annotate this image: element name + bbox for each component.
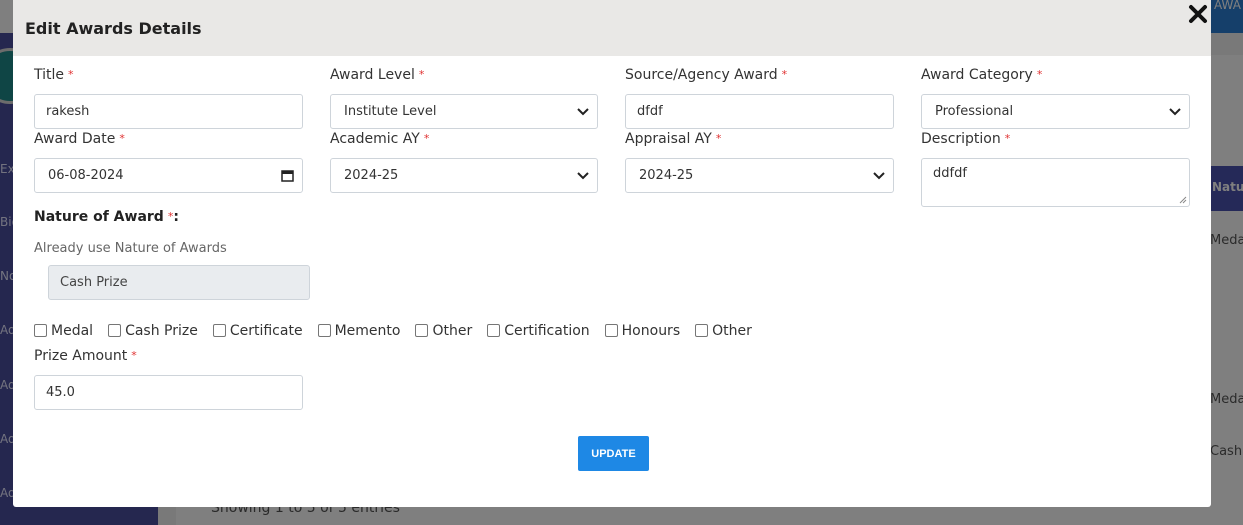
checkbox-memento[interactable]: Memento <box>317 323 400 339</box>
checkbox-certificate[interactable]: Certificate <box>212 323 303 339</box>
checkbox-honours[interactable]: Honours <box>604 323 680 339</box>
close-icon[interactable] <box>1187 3 1209 25</box>
description-label: Description * <box>921 131 1011 147</box>
checkbox-box[interactable] <box>34 323 47 337</box>
update-button[interactable]: UPDATE <box>578 436 649 471</box>
modal-header: Edit Awards Details <box>13 0 1211 56</box>
checkbox-box[interactable] <box>415 323 429 337</box>
edit-awards-modal: Edit Awards Details Title * rakesh Award … <box>13 0 1211 507</box>
checkbox-certification[interactable]: Certification <box>487 323 590 339</box>
chevron-down-icon <box>873 171 885 179</box>
appraisal-ay-select[interactable]: 2024-25 <box>625 158 894 193</box>
resize-handle-icon[interactable] <box>1179 196 1187 204</box>
award-level-label: Award Level * <box>330 67 425 83</box>
nature-checkbox-group: Medal Cash Prize Certificate Memento Oth… <box>34 323 767 339</box>
nature-of-award-label: Nature of Award *: <box>34 209 179 225</box>
award-category-label: Award Category * <box>921 67 1043 83</box>
checkbox-cash-prize[interactable]: Cash Prize <box>108 323 198 339</box>
checkbox-box[interactable] <box>695 323 709 337</box>
checkbox-box[interactable] <box>487 323 501 337</box>
calendar-icon[interactable] <box>281 169 294 182</box>
chevron-down-icon <box>577 107 589 115</box>
award-date-label: Award Date * <box>34 131 125 147</box>
source-agency-input[interactable]: dfdf <box>625 94 894 129</box>
used-nature-field: Cash Prize <box>48 265 310 300</box>
checkbox-box[interactable] <box>317 323 331 337</box>
checkbox-other-2[interactable]: Other <box>695 323 752 339</box>
title-input[interactable]: rakesh <box>34 94 303 129</box>
checkbox-box[interactable] <box>108 323 122 337</box>
checkbox-other[interactable]: Other <box>415 323 472 339</box>
title-label: Title * <box>34 67 74 83</box>
chevron-down-icon <box>577 171 589 179</box>
prize-amount-label: Prize Amount * <box>34 348 137 364</box>
prize-amount-input[interactable]: 45.0 <box>34 375 303 410</box>
award-level-select[interactable]: Institute Level <box>330 94 598 129</box>
source-agency-label: Source/Agency Award * <box>625 67 788 83</box>
chevron-down-icon <box>1169 107 1181 115</box>
checkbox-medal[interactable]: Medal <box>34 323 93 339</box>
academic-ay-select[interactable]: 2024-25 <box>330 158 598 193</box>
nature-hint: Already use Nature of Awards <box>34 241 227 256</box>
appraisal-ay-label: Appraisal AY * <box>625 131 722 147</box>
checkbox-box[interactable] <box>604 323 618 337</box>
description-textarea[interactable]: ddfdf <box>921 158 1190 207</box>
modal-title: Edit Awards Details <box>25 18 202 38</box>
checkbox-box[interactable] <box>212 323 226 337</box>
award-date-input[interactable]: 06-08-2024 <box>34 158 303 193</box>
academic-ay-label: Academic AY * <box>330 131 430 147</box>
award-category-select[interactable]: Professional <box>921 94 1190 129</box>
